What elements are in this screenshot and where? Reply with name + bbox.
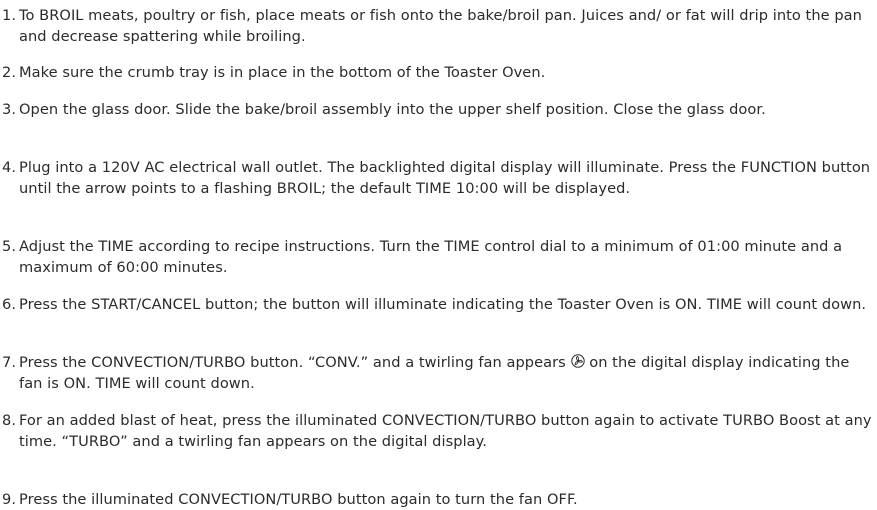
step-text: Press the START/CANCEL button; the butto… <box>19 296 867 313</box>
step-number: 5. <box>2 238 17 255</box>
step-9: 9. Press the illuminated CONVECTION/TURB… <box>0 489 877 510</box>
step-2: 2. Make sure the crumb tray is in place … <box>0 62 877 83</box>
step-number: 1. <box>2 7 17 24</box>
step-5: 5. Adjust the TIME according to recipe i… <box>0 236 877 278</box>
step-3: 3. Open the glass door. Slide the bake/b… <box>0 99 877 120</box>
step-text-before-icon: Press the CONVECTION/TURBO button. “CONV… <box>19 354 571 371</box>
step-text: Plug into a 120V AC electrical wall outl… <box>19 159 871 197</box>
step-text: Press the illuminated CONVECTION/TURBO b… <box>19 491 578 508</box>
step-number: 3. <box>2 101 17 118</box>
step-text: Adjust the TIME according to recipe inst… <box>19 238 843 276</box>
step-6: 6. Press the START/CANCEL button; the bu… <box>0 294 877 315</box>
step-7: 7. Press the CONVECTION/TURBO button. “C… <box>0 352 877 394</box>
step-1: 1. To BROIL meats, poultry or fish, plac… <box>0 5 877 47</box>
step-number: 9. <box>2 491 17 508</box>
step-number: 8. <box>2 412 17 429</box>
step-text: Make sure the crumb tray is in place in … <box>19 64 546 81</box>
step-8: 8. For an added blast of heat, press the… <box>0 410 877 452</box>
step-number: 2. <box>2 64 17 81</box>
step-text: To BROIL meats, poultry or fish, place m… <box>19 7 862 45</box>
fan-icon <box>570 353 585 368</box>
step-number: 6. <box>2 296 17 313</box>
step-number: 7. <box>2 354 17 371</box>
step-text: For an added blast of heat, press the il… <box>19 412 872 450</box>
step-4: 4. Plug into a 120V AC electrical wall o… <box>0 157 877 199</box>
step-text: Open the glass door. Slide the bake/broi… <box>19 101 766 118</box>
step-number: 4. <box>2 159 17 176</box>
step-text: Press the CONVECTION/TURBO button. “CONV… <box>19 352 873 394</box>
